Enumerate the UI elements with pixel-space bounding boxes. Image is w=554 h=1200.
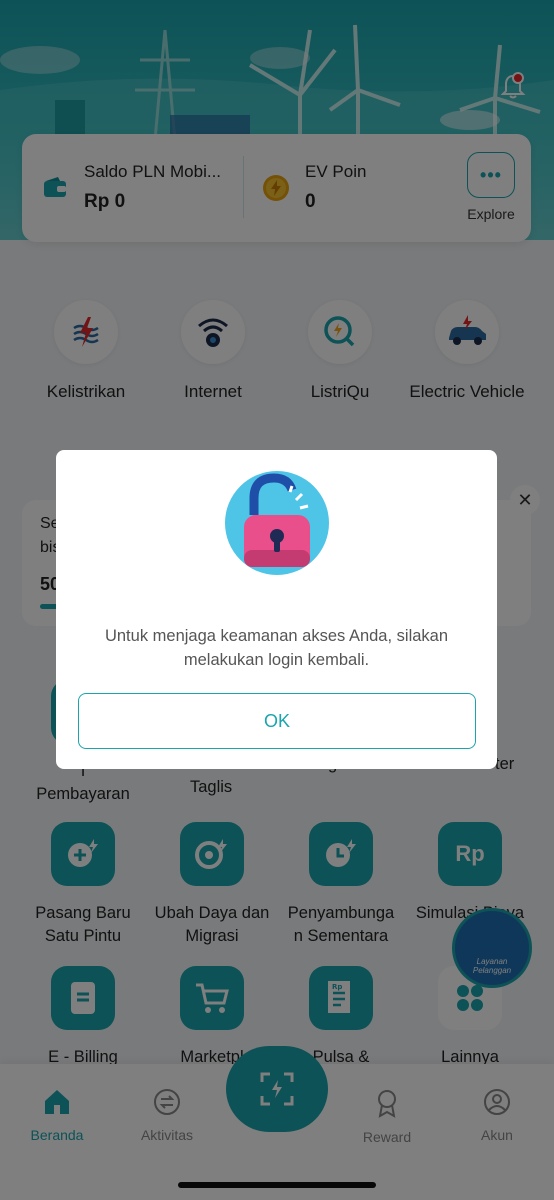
dialog-message: Untuk menjaga keamanan akses Anda, silak…: [104, 627, 449, 669]
session-expired-dialog: Untuk menjaga keamanan akses Anda, silak…: [56, 450, 497, 769]
ok-button[interactable]: OK: [78, 693, 476, 749]
unlocked-padlock-icon: [225, 471, 329, 575]
